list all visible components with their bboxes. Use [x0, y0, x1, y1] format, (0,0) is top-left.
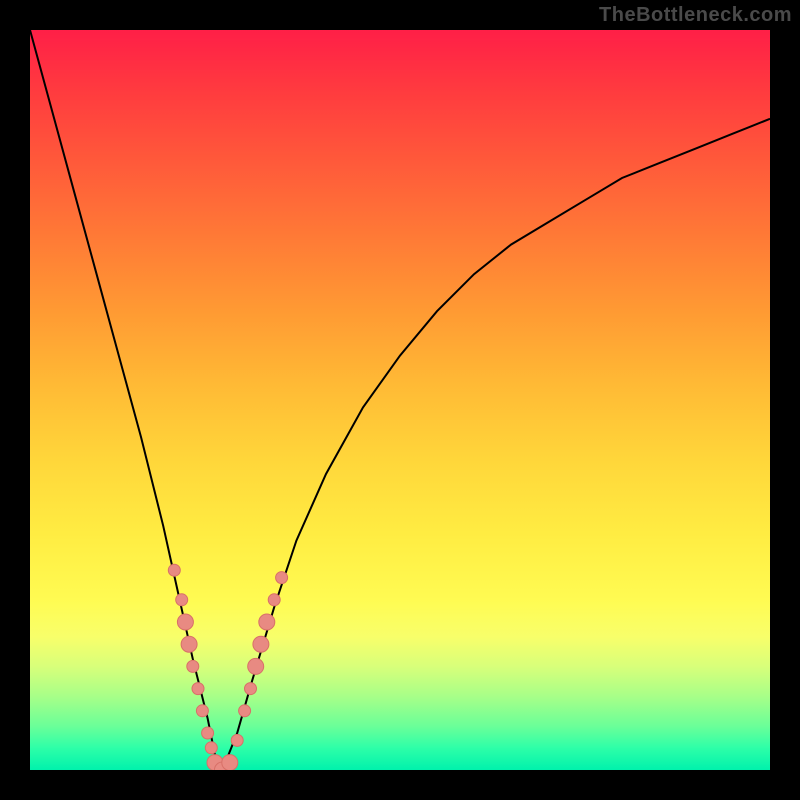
chart-svg	[30, 30, 770, 770]
marker-group	[168, 564, 287, 770]
curve-marker	[187, 660, 199, 672]
curve-marker	[276, 572, 288, 584]
curve-marker	[181, 636, 197, 652]
curve-marker	[253, 636, 269, 652]
curve-marker	[245, 683, 257, 695]
curve-marker	[259, 614, 275, 630]
chart-container: TheBottleneck.com	[0, 0, 800, 800]
chart-plot-area	[30, 30, 770, 770]
bottleneck-curve	[30, 30, 770, 770]
curve-marker	[177, 614, 193, 630]
curve-marker	[196, 705, 208, 717]
curve-marker	[268, 594, 280, 606]
watermark-text: TheBottleneck.com	[599, 4, 792, 27]
curve-marker	[222, 755, 238, 770]
curve-marker	[248, 658, 264, 674]
curve-marker	[231, 734, 243, 746]
curve-marker	[205, 742, 217, 754]
curve-marker	[192, 683, 204, 695]
curve-marker	[168, 564, 180, 576]
curve-marker	[202, 727, 214, 739]
curve-marker	[176, 594, 188, 606]
curve-marker	[239, 705, 251, 717]
